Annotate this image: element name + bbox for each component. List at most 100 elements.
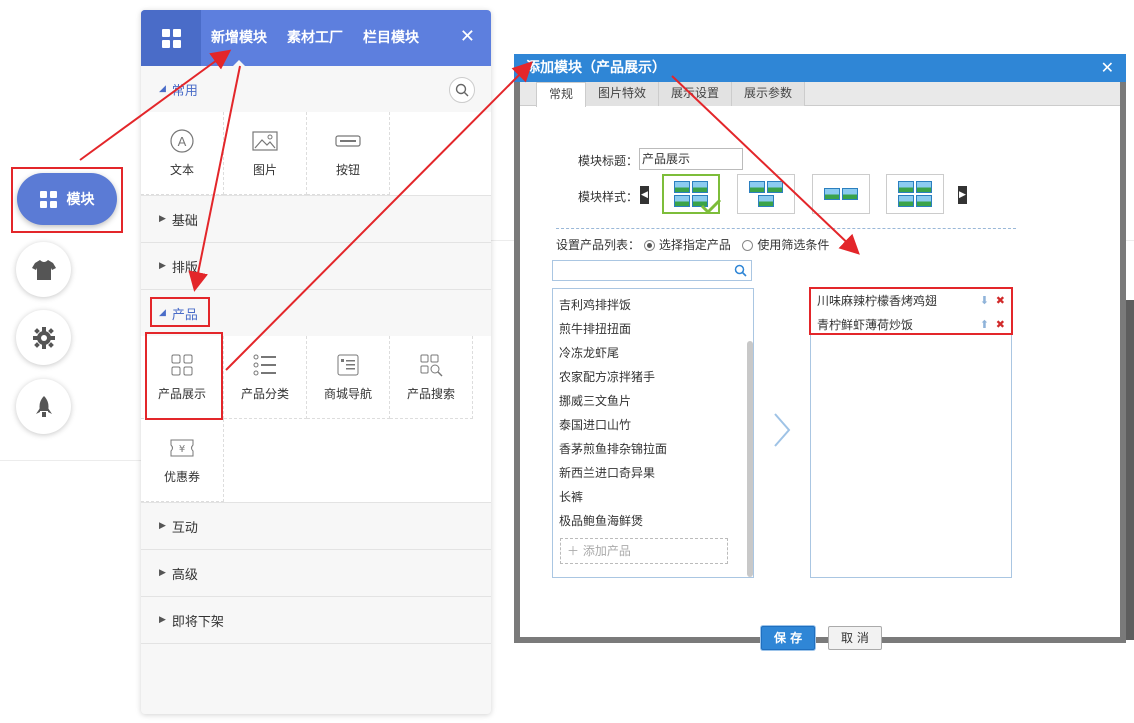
item-product-category[interactable]: 产品分类 (224, 336, 307, 419)
dialog-tabs: 常规 图片特效 展示设置 展示参数 (520, 82, 1120, 107)
style-prev-arrow[interactable]: ◀ (640, 186, 649, 204)
settings-button[interactable] (16, 310, 71, 365)
tab-display-params[interactable]: 展示参数 (732, 82, 806, 106)
coupon-icon: ¥ (170, 439, 194, 456)
section-basic: ▶ 基础 (141, 196, 491, 243)
close-icon[interactable]: ✕ (1101, 54, 1114, 82)
section-common-header[interactable]: ◢ 常用 (141, 66, 491, 112)
tab-display-settings[interactable]: 展示设置 (659, 82, 733, 106)
highlight-box (11, 167, 123, 233)
background-divider (0, 460, 141, 461)
module-title-input[interactable]: 产品展示 (639, 148, 743, 170)
section-retiring-title: 即将下架 (171, 614, 224, 630)
search-icon (734, 264, 747, 277)
list-item[interactable]: 泰国进口山竹 (553, 413, 753, 437)
module-style-label: 模块样式： (578, 190, 639, 204)
panel-logo (141, 10, 201, 66)
scrollbar[interactable] (747, 341, 753, 577)
item-label: 产品分类 (240, 386, 289, 401)
product-list: 吉利鸡排拌饭 煎牛排扭扭面 冷冻龙虾尾 农家配方凉拌猪手 挪威三文鱼片 泰国进口… (553, 293, 753, 533)
radio-filter[interactable] (742, 240, 754, 251)
highlight-box (809, 287, 1013, 335)
dialog-titlebar: 添加模块（产品展示） ✕ (514, 54, 1126, 82)
list-item[interactable]: 长裤 (553, 485, 753, 509)
nav-list-icon (337, 354, 359, 375)
close-icon[interactable]: ✕ (460, 28, 475, 46)
button-icon (335, 134, 361, 147)
search-grid-icon (420, 354, 443, 376)
section-interact-header[interactable]: ▶ 互动 (141, 503, 491, 549)
tab-image-effects[interactable]: 图片特效 (586, 82, 660, 106)
list-item[interactable]: 香茅煎鱼排杂锦拉面 (553, 437, 753, 461)
chevron-right-icon[interactable] (772, 412, 792, 448)
svg-text:¥: ¥ (179, 444, 185, 455)
save-button[interactable]: 保 存 (761, 626, 816, 650)
list-item[interactable]: 新西兰进口奇异果 (553, 461, 753, 485)
list-item[interactable]: 极品鲍鱼海鲜煲 (553, 509, 753, 533)
add-product-button[interactable]: ＋ 添加产品 (560, 538, 728, 564)
caret-right-icon: ▶ (159, 214, 166, 224)
item-button[interactable]: 按钮 (307, 112, 390, 195)
radio-specific[interactable] (643, 240, 655, 251)
style-option-2[interactable] (737, 174, 795, 214)
grid-icon (161, 28, 181, 48)
list-item[interactable]: 煎牛排扭扭面 (553, 317, 753, 341)
item-label: 产品搜索 (406, 386, 455, 401)
gear-icon (32, 326, 55, 349)
item-label: 图片 (252, 162, 277, 177)
item-label: 文本 (169, 162, 194, 177)
list-item[interactable]: 挪威三文鱼片 (553, 389, 753, 413)
image-icon (252, 130, 278, 151)
section-interact: ▶ 互动 (141, 503, 491, 550)
section-advanced-header[interactable]: ▶ 高级 (141, 550, 491, 596)
search-button[interactable] (449, 77, 475, 103)
theme-button[interactable] (16, 242, 71, 297)
tab-material-factory[interactable]: 素材工厂 (277, 10, 353, 66)
radio-filter-label: 使用筛选条件 (757, 238, 830, 252)
cancel-button[interactable]: 取 消 (828, 626, 882, 650)
style-option-4[interactable] (886, 174, 944, 214)
section-layout: ▶ 排版 (141, 243, 491, 290)
product-list-label: 设置产品列表： (556, 238, 641, 252)
item-label: 优惠券 (163, 469, 200, 484)
style-next-arrow[interactable]: ▶ (958, 186, 967, 204)
section-basic-header[interactable]: ▶ 基础 (141, 196, 491, 242)
section-interact-title: 互动 (171, 520, 198, 536)
product-search-input[interactable] (552, 260, 752, 281)
list-item[interactable]: 吉利鸡排拌饭 (553, 293, 753, 317)
section-layout-title: 排版 (171, 260, 198, 276)
section-common-title: 常用 (171, 83, 198, 99)
product-list-row: 设置产品列表： 选择指定产品 使用筛选条件 (556, 236, 829, 253)
product-source-list: 吉利鸡排拌饭 煎牛排扭扭面 冷冻龙虾尾 农家配方凉拌猪手 挪威三文鱼片 泰国进口… (552, 288, 754, 578)
item-image[interactable]: 图片 (224, 112, 307, 195)
tab-column-module[interactable]: 栏目模块 (353, 10, 429, 66)
section-basic-title: 基础 (171, 213, 198, 229)
item-label: 按钮 (335, 162, 360, 177)
section-retiring: ▶ 即将下架 (141, 597, 491, 644)
list-icon (253, 354, 276, 375)
tab-new-module[interactable]: 新增模块 (201, 10, 277, 66)
item-label: 商城导航 (323, 386, 372, 401)
section-layout-header[interactable]: ▶ 排版 (141, 243, 491, 289)
item-product-search[interactable]: 产品搜索 (390, 336, 473, 419)
tab-general[interactable]: 常规 (536, 82, 587, 107)
list-item[interactable]: 冷冻龙虾尾 (553, 341, 753, 365)
add-product-label: 添加产品 (582, 544, 631, 558)
section-retiring-header[interactable]: ▶ 即将下架 (141, 597, 491, 643)
publish-button[interactable] (16, 379, 71, 434)
list-item[interactable]: 农家配方凉拌猪手 (553, 365, 753, 389)
text-icon: A (170, 128, 194, 153)
style-option-3[interactable] (812, 174, 870, 214)
item-text[interactable]: A 文本 (141, 112, 224, 195)
caret-right-icon: ▶ (159, 261, 166, 271)
caret-right-icon: ▶ (159, 568, 166, 578)
highlight-box (150, 297, 210, 327)
svg-text:A: A (178, 134, 187, 149)
rocket-icon (35, 395, 52, 417)
item-coupon[interactable]: ¥ 优惠券 (141, 419, 224, 502)
item-shop-nav[interactable]: 商城导航 (307, 336, 390, 419)
dialog-title: 添加模块（产品展示） (526, 60, 666, 76)
search-icon (455, 83, 469, 97)
radio-specific-label: 选择指定产品 (658, 238, 731, 252)
plus-icon: ＋ (567, 544, 580, 558)
